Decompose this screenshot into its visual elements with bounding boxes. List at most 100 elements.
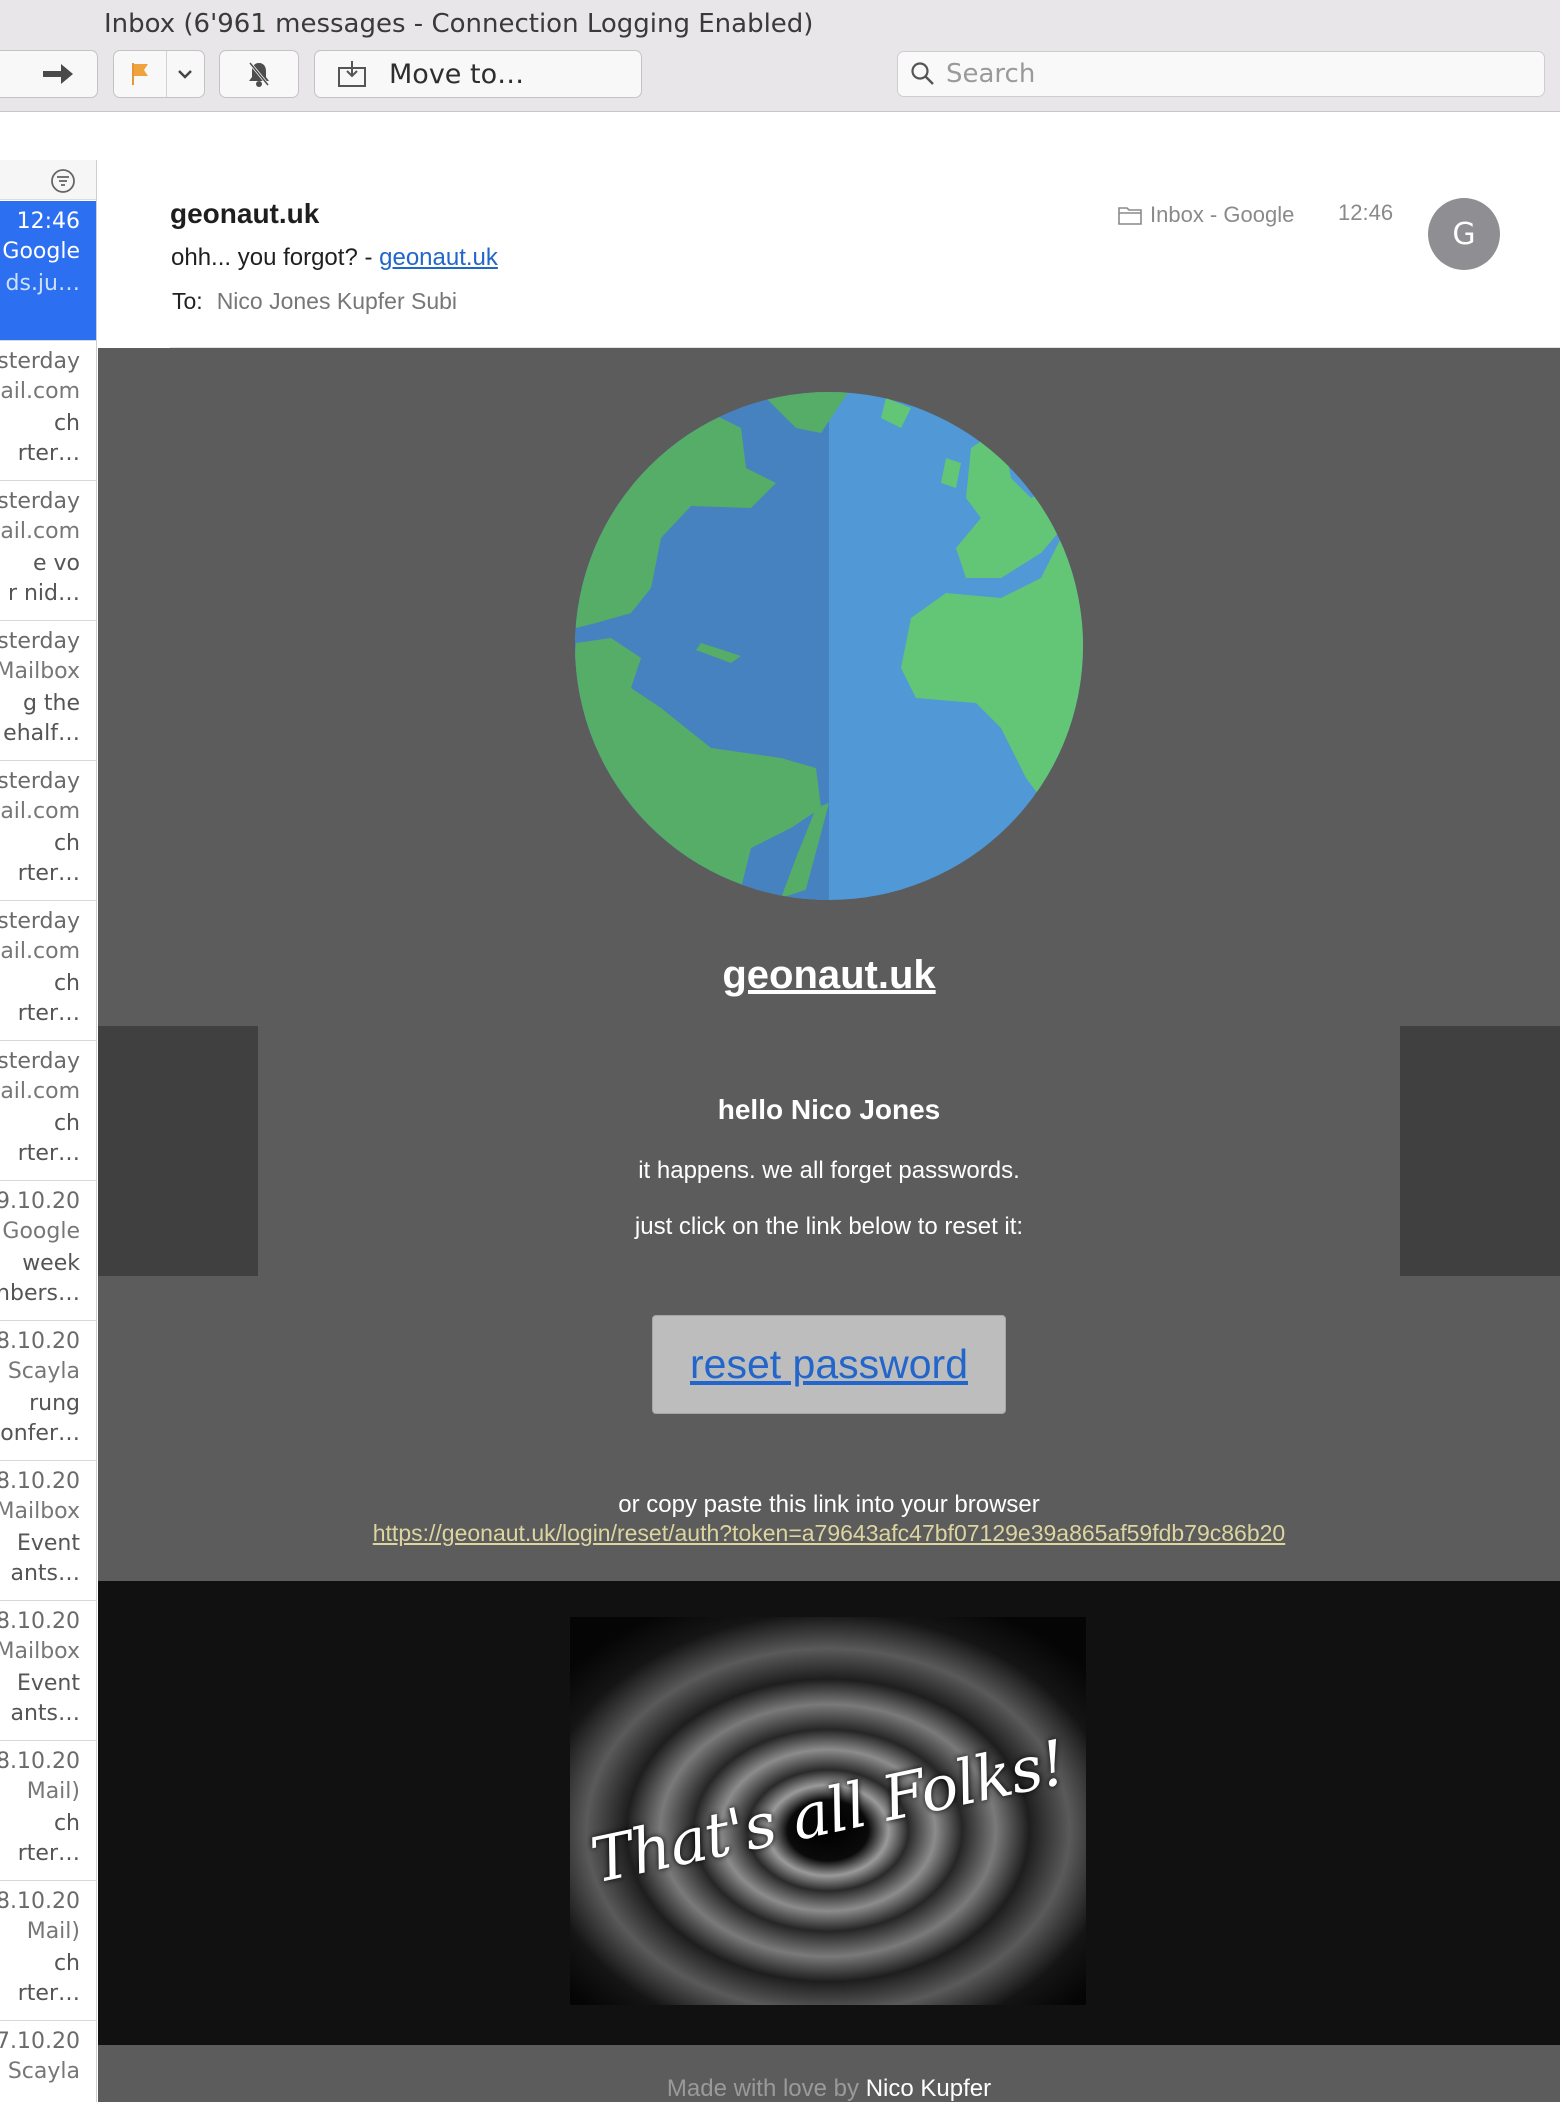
footer-author-link[interactable]: Nico Kupfer	[866, 2075, 991, 2102]
footer-prefix: Made with love by	[666, 2075, 866, 2102]
message-list-header	[0, 160, 96, 200]
folks-caption: That's all Folks!	[584, 1725, 1072, 1897]
message-list[interactable]: 12:46 Google ds.ju… sterday ail.com ch rter… st…	[0, 160, 97, 2102]
subject-line: ohh... you forgot? - geonaut.uk	[171, 244, 498, 272]
list-item-line: ds.ju…	[5, 271, 80, 296]
body-line-2: just click on the link below to reset it…	[634, 1213, 1024, 1240]
message-list-item[interactable]: 8.10.20 Mail) ch rter…	[0, 1741, 96, 1881]
list-item-line: Mail)	[26, 1779, 80, 1804]
list-item-line: 8.10.20	[0, 1609, 80, 1634]
list-item-line: sterday	[0, 629, 80, 654]
copy-instructions: or copy paste this link into your browse…	[618, 1491, 1040, 1518]
recipient-name[interactable]: Nico Jones Kupfer Subi	[217, 288, 457, 314]
folder-icon	[1118, 207, 1142, 225]
message-list-item[interactable]: 8.10.20 Mailbox Event ants…	[0, 1601, 96, 1741]
window-title: Inbox (6'961 messages - Connection Loggi…	[104, 9, 814, 39]
list-item-line: 8.10.20	[0, 1469, 80, 1494]
list-item-line: ail.com	[0, 799, 80, 824]
list-item-line: - Scayla	[0, 2059, 80, 2084]
list-item-line: sterday	[0, 489, 80, 514]
subject-link[interactable]: geonaut.uk	[379, 244, 498, 271]
list-item-line: sterday	[0, 769, 80, 794]
forward-arrow-icon	[43, 64, 73, 84]
list-item-line: ail.com	[0, 939, 80, 964]
message-header: geonaut.uk ohh... you forgot? - geonaut.…	[98, 160, 1560, 348]
reset-url-link[interactable]: https://geonaut.uk/login/reset/auth?toke…	[98, 1520, 1560, 1547]
list-item-line: sterday	[0, 909, 80, 934]
body-line-1: it happens. we all forget passwords.	[638, 1157, 1020, 1184]
globe-logo	[575, 392, 1083, 900]
list-item-line: ants…	[10, 1561, 80, 1586]
list-item-line: Mailbox	[0, 1639, 80, 1664]
list-item-line: rter…	[17, 441, 80, 466]
message-list-item[interactable]: 8.10.20 - Scayla rung onfer…	[0, 1321, 96, 1461]
forward-button[interactable]	[0, 50, 98, 98]
list-item-line: ch	[53, 1111, 80, 1136]
flag-toggle[interactable]	[114, 51, 167, 97]
chevron-down-icon	[178, 70, 193, 79]
brand-link[interactable]: geonaut.uk	[98, 953, 1560, 998]
flag-button[interactable]	[113, 50, 205, 98]
toolbar: Inbox (6'961 messages - Connection Loggi…	[0, 0, 1560, 112]
list-item-line: e vo	[32, 551, 80, 576]
sender-name: geonaut.uk	[170, 198, 320, 229]
list-item-line: ch	[53, 1951, 80, 1976]
list-item-line: Google	[2, 1219, 80, 1244]
message-list-item[interactable]: 8.10.20 Mail) ch rter…	[0, 1881, 96, 2021]
message-list-item[interactable]: sterday ail.com ch rter…	[0, 761, 96, 901]
bell-slash-icon	[248, 62, 270, 87]
list-item-line: ants…	[10, 1701, 80, 1726]
filter-icon[interactable]	[50, 168, 76, 194]
recipients-line: To: Nico Jones Kupfer Subi	[172, 288, 457, 315]
email-body: geonaut.uk hello Nico Jones it happens. …	[98, 348, 1560, 2102]
flag-menu-toggle[interactable]	[167, 51, 204, 97]
list-item-line: ch	[53, 1811, 80, 1836]
message-list-item[interactable]: sterday Mailbox g the ehalf…	[0, 621, 96, 761]
list-item-line: 8.10.20	[0, 1889, 80, 1914]
list-item-line: ail.com	[0, 519, 80, 544]
message-list-item[interactable]: 12:46 Google ds.ju…	[0, 201, 96, 341]
list-item-line: ail.com	[0, 379, 80, 404]
reset-password-button[interactable]: reset password	[652, 1315, 1006, 1414]
list-item-line: rter…	[17, 1141, 80, 1166]
reset-password-link[interactable]: reset password	[690, 1341, 968, 1388]
list-item-line: 8.10.20	[0, 1749, 80, 1774]
list-item-line: Mailbox	[0, 1499, 80, 1524]
list-item-line: Google	[2, 239, 80, 264]
message-list-item[interactable]: 8.10.20 Mailbox Event ants…	[0, 1461, 96, 1601]
list-item-line: week	[22, 1251, 80, 1276]
subject-text: ohh... you forgot? -	[171, 244, 380, 271]
list-item-line: 8.10.20	[0, 1329, 80, 1354]
message-list-item[interactable]: 9.10.20 Google week nbers…	[0, 1181, 96, 1321]
list-item-line: g the	[22, 691, 80, 716]
closing-banner: That's all Folks!	[98, 1581, 1560, 2045]
message-list-item[interactable]: sterday ail.com ch rter…	[0, 901, 96, 1041]
list-item-line: ch	[53, 411, 80, 436]
list-item-line: - Scayla	[0, 1359, 80, 1384]
list-item-line: rter…	[17, 861, 80, 886]
list-item-line: ch	[53, 831, 80, 856]
list-item-line: ail.com	[0, 1079, 80, 1104]
flag-icon	[131, 63, 148, 85]
move-to-folder-icon	[338, 61, 366, 87]
move-to-label: Move to…	[389, 58, 525, 90]
list-item-line: nbers…	[0, 1281, 80, 1306]
search-field[interactable]	[897, 51, 1545, 97]
message-time: 12:46	[1338, 200, 1394, 225]
list-item-line: Mail)	[26, 1919, 80, 1944]
search-input[interactable]	[946, 59, 1506, 89]
greeting: hello Nico Jones	[717, 1094, 941, 1125]
message-list-item[interactable]: sterday ail.com ch rter…	[0, 341, 96, 481]
to-label: To:	[172, 288, 203, 314]
move-to-button[interactable]: Move to…	[314, 50, 642, 98]
mute-button[interactable]	[219, 50, 299, 98]
list-item-line: ehalf…	[3, 721, 80, 746]
message-list-item[interactable]: 7.10.20 - Scayla	[0, 2021, 96, 2102]
list-item-line: Event	[16, 1531, 80, 1556]
list-item-line: Mailbox	[0, 659, 80, 684]
message-list-item[interactable]: sterday ail.com ch rter…	[0, 1041, 96, 1181]
list-item-line: 9.10.20	[0, 1189, 80, 1214]
message-list-item[interactable]: sterday ail.com e vo r nid…	[0, 481, 96, 621]
search-icon	[911, 62, 934, 85]
list-item-line: 7.10.20	[0, 2029, 80, 2054]
